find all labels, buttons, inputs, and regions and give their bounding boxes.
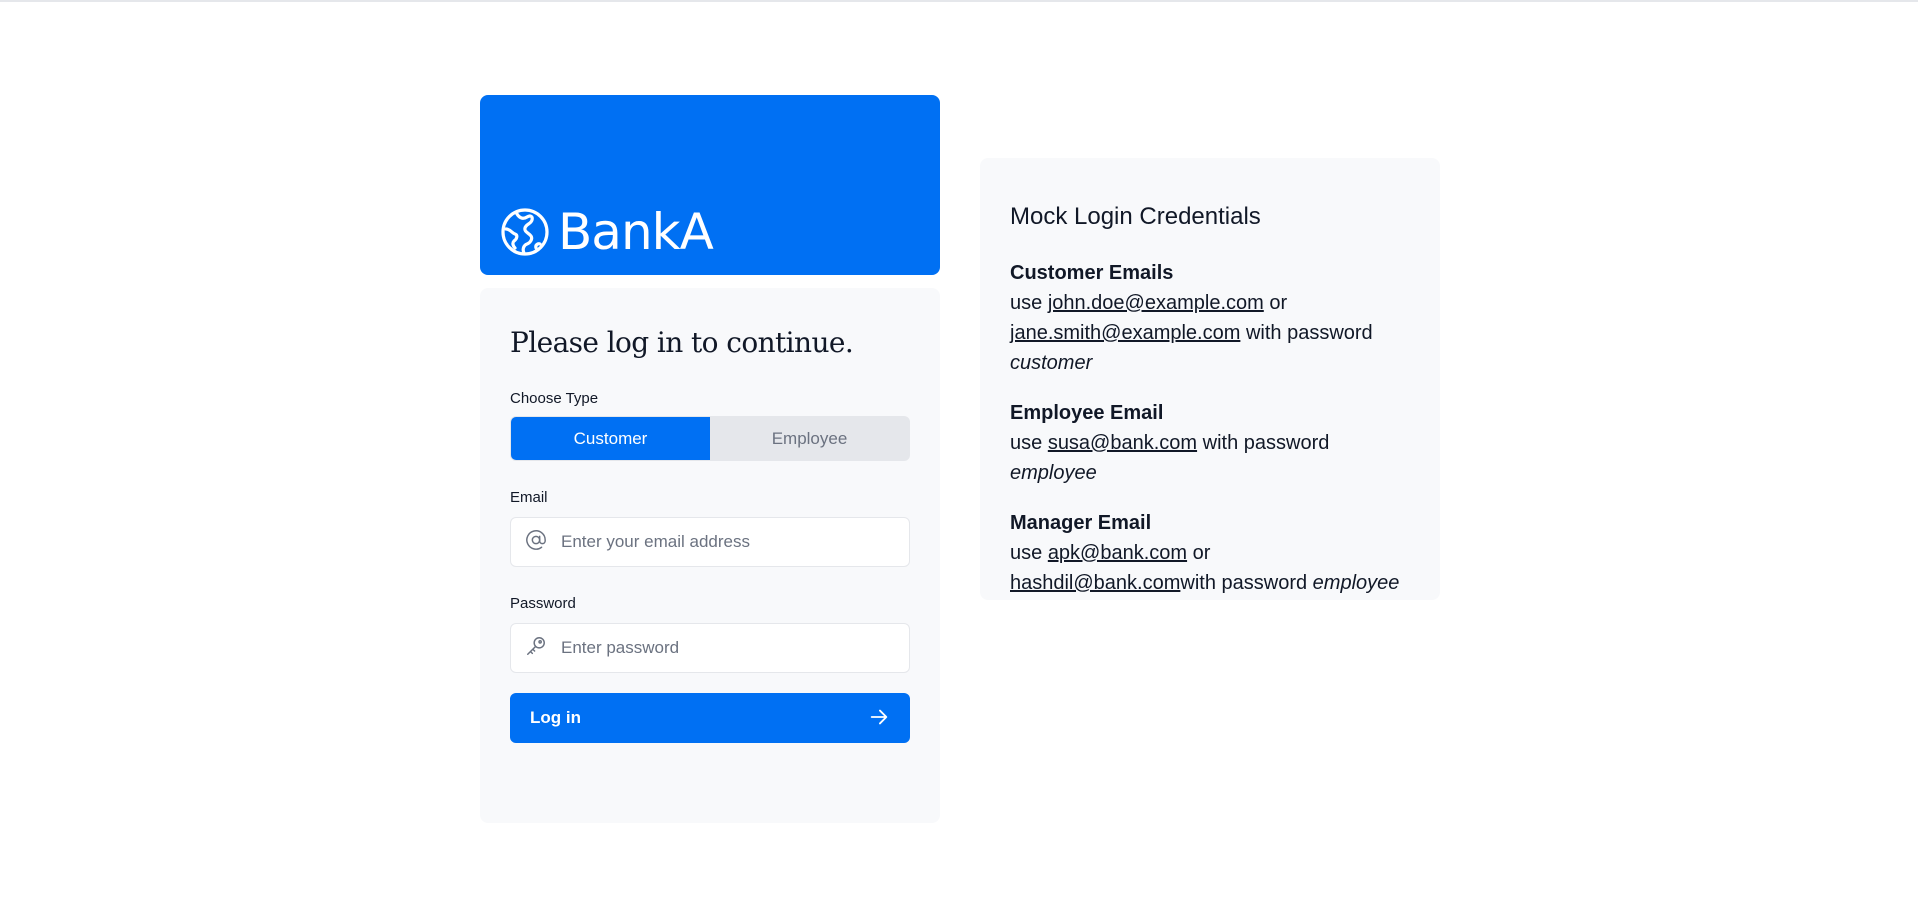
user-type-toggle: Customer Employee: [510, 416, 910, 461]
customer-credentials: Customer Emails use john.doe@example.com…: [1010, 258, 1410, 378]
at-sign-icon: [525, 529, 547, 556]
text-with-password: with password: [1202, 432, 1330, 454]
choose-type-label: Choose Type: [510, 390, 599, 407]
brand-logo[interactable]: BankA: [500, 203, 714, 261]
text-with-password: with password: [1245, 322, 1373, 344]
type-option-employee[interactable]: Employee: [710, 417, 909, 460]
text-or: or: [1269, 292, 1288, 314]
employee-password: employee: [1010, 462, 1097, 484]
brand-name: BankA: [558, 203, 714, 261]
email-field-wrapper: [510, 517, 910, 567]
customer-credentials-heading: Customer Emails: [1010, 262, 1174, 284]
globe-icon: [500, 207, 550, 257]
text-use: use: [1010, 292, 1043, 314]
brand-banner: BankA: [480, 95, 940, 275]
login-card: Please log in to continue. Choose Type C…: [480, 288, 940, 823]
customer-email-link-2[interactable]: jane.smith@example.com: [1010, 322, 1240, 344]
type-option-customer[interactable]: Customer: [511, 417, 710, 460]
login-button-label: Log in: [530, 708, 581, 727]
credentials-title: Mock Login Credentials: [1010, 203, 1261, 230]
email-input[interactable]: [561, 532, 901, 552]
employee-credentials-text: use susa@bank.com with password employee: [1010, 428, 1410, 488]
top-border: [0, 0, 1918, 2]
text-use: use: [1010, 432, 1043, 454]
text-with-password: with password: [1180, 572, 1308, 594]
email-label: Email: [510, 489, 548, 506]
customer-email-link-1[interactable]: john.doe@example.com: [1048, 292, 1264, 314]
credentials-card: Mock Login Credentials Customer Emails u…: [980, 158, 1440, 600]
manager-credentials-heading: Manager Email: [1010, 512, 1152, 534]
login-heading: Please log in to continue.: [510, 326, 854, 359]
manager-credentials: Manager Email use apk@bank.com or hashdi…: [1010, 508, 1410, 598]
employee-credentials-heading: Employee Email: [1010, 402, 1164, 424]
employee-email-link[interactable]: susa@bank.com: [1048, 432, 1197, 454]
password-field-wrapper: [510, 623, 910, 673]
employee-credentials: Employee Email use susa@bank.com with pa…: [1010, 398, 1410, 488]
manager-credentials-text: use apk@bank.com or hashdil@bank.comwith…: [1010, 538, 1410, 598]
password-input[interactable]: [561, 638, 901, 658]
key-icon: [525, 635, 547, 662]
customer-password: customer: [1010, 352, 1093, 374]
manager-email-link-1[interactable]: apk@bank.com: [1048, 542, 1187, 564]
customer-credentials-text: use john.doe@example.com or jane.smith@e…: [1010, 288, 1410, 378]
text-or: or: [1192, 542, 1211, 564]
manager-email-link-2[interactable]: hashdil@bank.com: [1010, 572, 1180, 594]
password-label: Password: [510, 595, 576, 612]
text-use: use: [1010, 542, 1043, 564]
manager-password: employee: [1312, 572, 1400, 594]
login-button[interactable]: Log in: [510, 693, 910, 743]
arrow-right-icon: [868, 706, 890, 731]
